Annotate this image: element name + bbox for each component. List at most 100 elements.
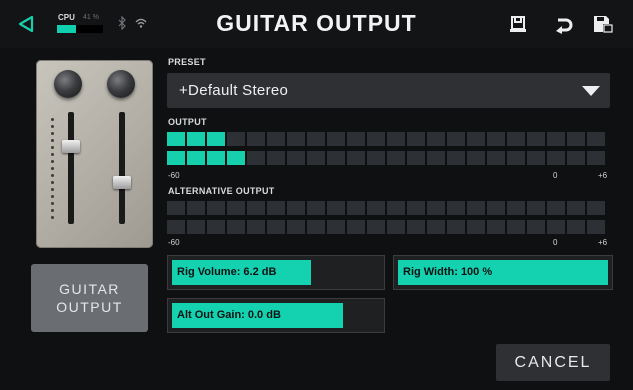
preset-label: PRESET <box>168 57 206 67</box>
meter-segment <box>167 201 185 215</box>
meter-segment <box>167 220 185 234</box>
right-fader-slot <box>119 112 125 224</box>
meter-segment <box>227 220 245 234</box>
meter-segment <box>567 151 585 165</box>
rig-volume-control[interactable]: Rig Volume: 6.2 dB <box>167 255 385 290</box>
meter-segment <box>327 220 345 234</box>
undo-icon[interactable] <box>552 13 574 35</box>
alternative-output-scale-zero: 0 <box>553 238 558 247</box>
meter-segment <box>227 132 245 146</box>
meter-segment <box>407 132 425 146</box>
meter-segment <box>207 201 225 215</box>
fader-scale-dots <box>51 118 55 223</box>
rig-volume-label: Rig Volume: 6.2 dB <box>177 266 277 278</box>
meter-segment <box>327 132 345 146</box>
meter-segment <box>327 151 345 165</box>
meter-segment <box>267 132 285 146</box>
meter-segment <box>567 220 585 234</box>
meter-segment <box>407 151 425 165</box>
guitar-output-device-image <box>36 60 153 248</box>
meter-segment <box>547 151 565 165</box>
alternative-output-meter <box>167 201 613 239</box>
cancel-button[interactable]: CANCEL <box>496 344 610 381</box>
meter-segment <box>207 220 225 234</box>
meter-segment <box>487 220 505 234</box>
meter-segment <box>507 201 525 215</box>
page-title: GUITAR OUTPUT <box>216 10 417 36</box>
output-meter-row-right <box>167 151 613 165</box>
meter-segment <box>447 220 465 234</box>
meter-segment <box>507 132 525 146</box>
meter-segment <box>287 151 305 165</box>
meter-segment <box>327 201 345 215</box>
meter-segment <box>347 132 365 146</box>
meter-segment <box>307 132 325 146</box>
meter-segment <box>467 132 485 146</box>
save-icon[interactable] <box>592 13 614 35</box>
rig-width-label: Rig Width: 100 % <box>403 266 493 278</box>
meter-segment <box>587 201 605 215</box>
output-scale-min: -60 <box>168 171 180 180</box>
alternative-output-meter-row-left <box>167 201 613 215</box>
meter-segment <box>247 220 265 234</box>
guitar-output-button[interactable]: GUITAR OUTPUT <box>31 264 148 332</box>
meter-segment <box>287 132 305 146</box>
meter-segment <box>547 201 565 215</box>
alternative-output-label: ALTERNATIVE OUTPUT <box>168 186 275 196</box>
top-bar: CPU 41 % GUITAR OUTPUT <box>0 0 633 48</box>
meter-segment <box>267 201 285 215</box>
meter-segment <box>387 151 405 165</box>
alternative-output-scale-max: +6 <box>598 238 608 247</box>
meter-segment <box>227 151 245 165</box>
meter-segment <box>467 151 485 165</box>
meter-segment <box>347 151 365 165</box>
meter-segment <box>467 201 485 215</box>
meter-segment <box>547 132 565 146</box>
meter-segment <box>187 132 205 146</box>
output-scale-zero: 0 <box>553 171 558 180</box>
output-label: OUTPUT <box>168 117 207 127</box>
meter-segment <box>507 220 525 234</box>
meter-segment <box>267 151 285 165</box>
meter-segment <box>227 201 245 215</box>
meter-segment <box>307 201 325 215</box>
meter-segment <box>427 151 445 165</box>
meter-segment <box>427 201 445 215</box>
meter-segment <box>447 132 465 146</box>
meter-segment <box>567 201 585 215</box>
preset-dropdown[interactable]: +Default Stereo <box>167 73 610 108</box>
left-knob <box>54 70 82 98</box>
alt-out-gain-control[interactable]: Alt Out Gain: 0.0 dB <box>167 298 385 333</box>
meter-segment <box>167 151 185 165</box>
rig-width-control[interactable]: Rig Width: 100 % <box>393 255 613 290</box>
save-preset-icon[interactable] <box>507 13 529 35</box>
meter-segment <box>187 201 205 215</box>
meter-segment <box>467 220 485 234</box>
meter-segment <box>287 201 305 215</box>
left-fader-cap <box>62 140 80 153</box>
meter-segment <box>387 201 405 215</box>
meter-segment <box>307 151 325 165</box>
meter-segment <box>347 201 365 215</box>
meter-segment <box>487 201 505 215</box>
meter-segment <box>267 220 285 234</box>
meter-segment <box>207 151 225 165</box>
meter-segment <box>247 201 265 215</box>
meter-segment <box>527 220 545 234</box>
output-scale-max: +6 <box>598 171 608 180</box>
meter-segment <box>527 151 545 165</box>
meter-segment <box>387 132 405 146</box>
meter-segment <box>487 132 505 146</box>
guitar-output-button-line1: GUITAR <box>59 281 120 297</box>
meter-segment <box>247 132 265 146</box>
output-meter <box>167 132 613 170</box>
meter-segment <box>587 220 605 234</box>
alternative-output-meter-row-right <box>167 220 613 234</box>
alternative-output-scale-min: -60 <box>168 238 180 247</box>
meter-segment <box>427 220 445 234</box>
meter-segment <box>347 220 365 234</box>
meter-segment <box>487 151 505 165</box>
preset-value: +Default Stereo <box>179 82 289 99</box>
meter-segment <box>447 201 465 215</box>
meter-segment <box>527 201 545 215</box>
